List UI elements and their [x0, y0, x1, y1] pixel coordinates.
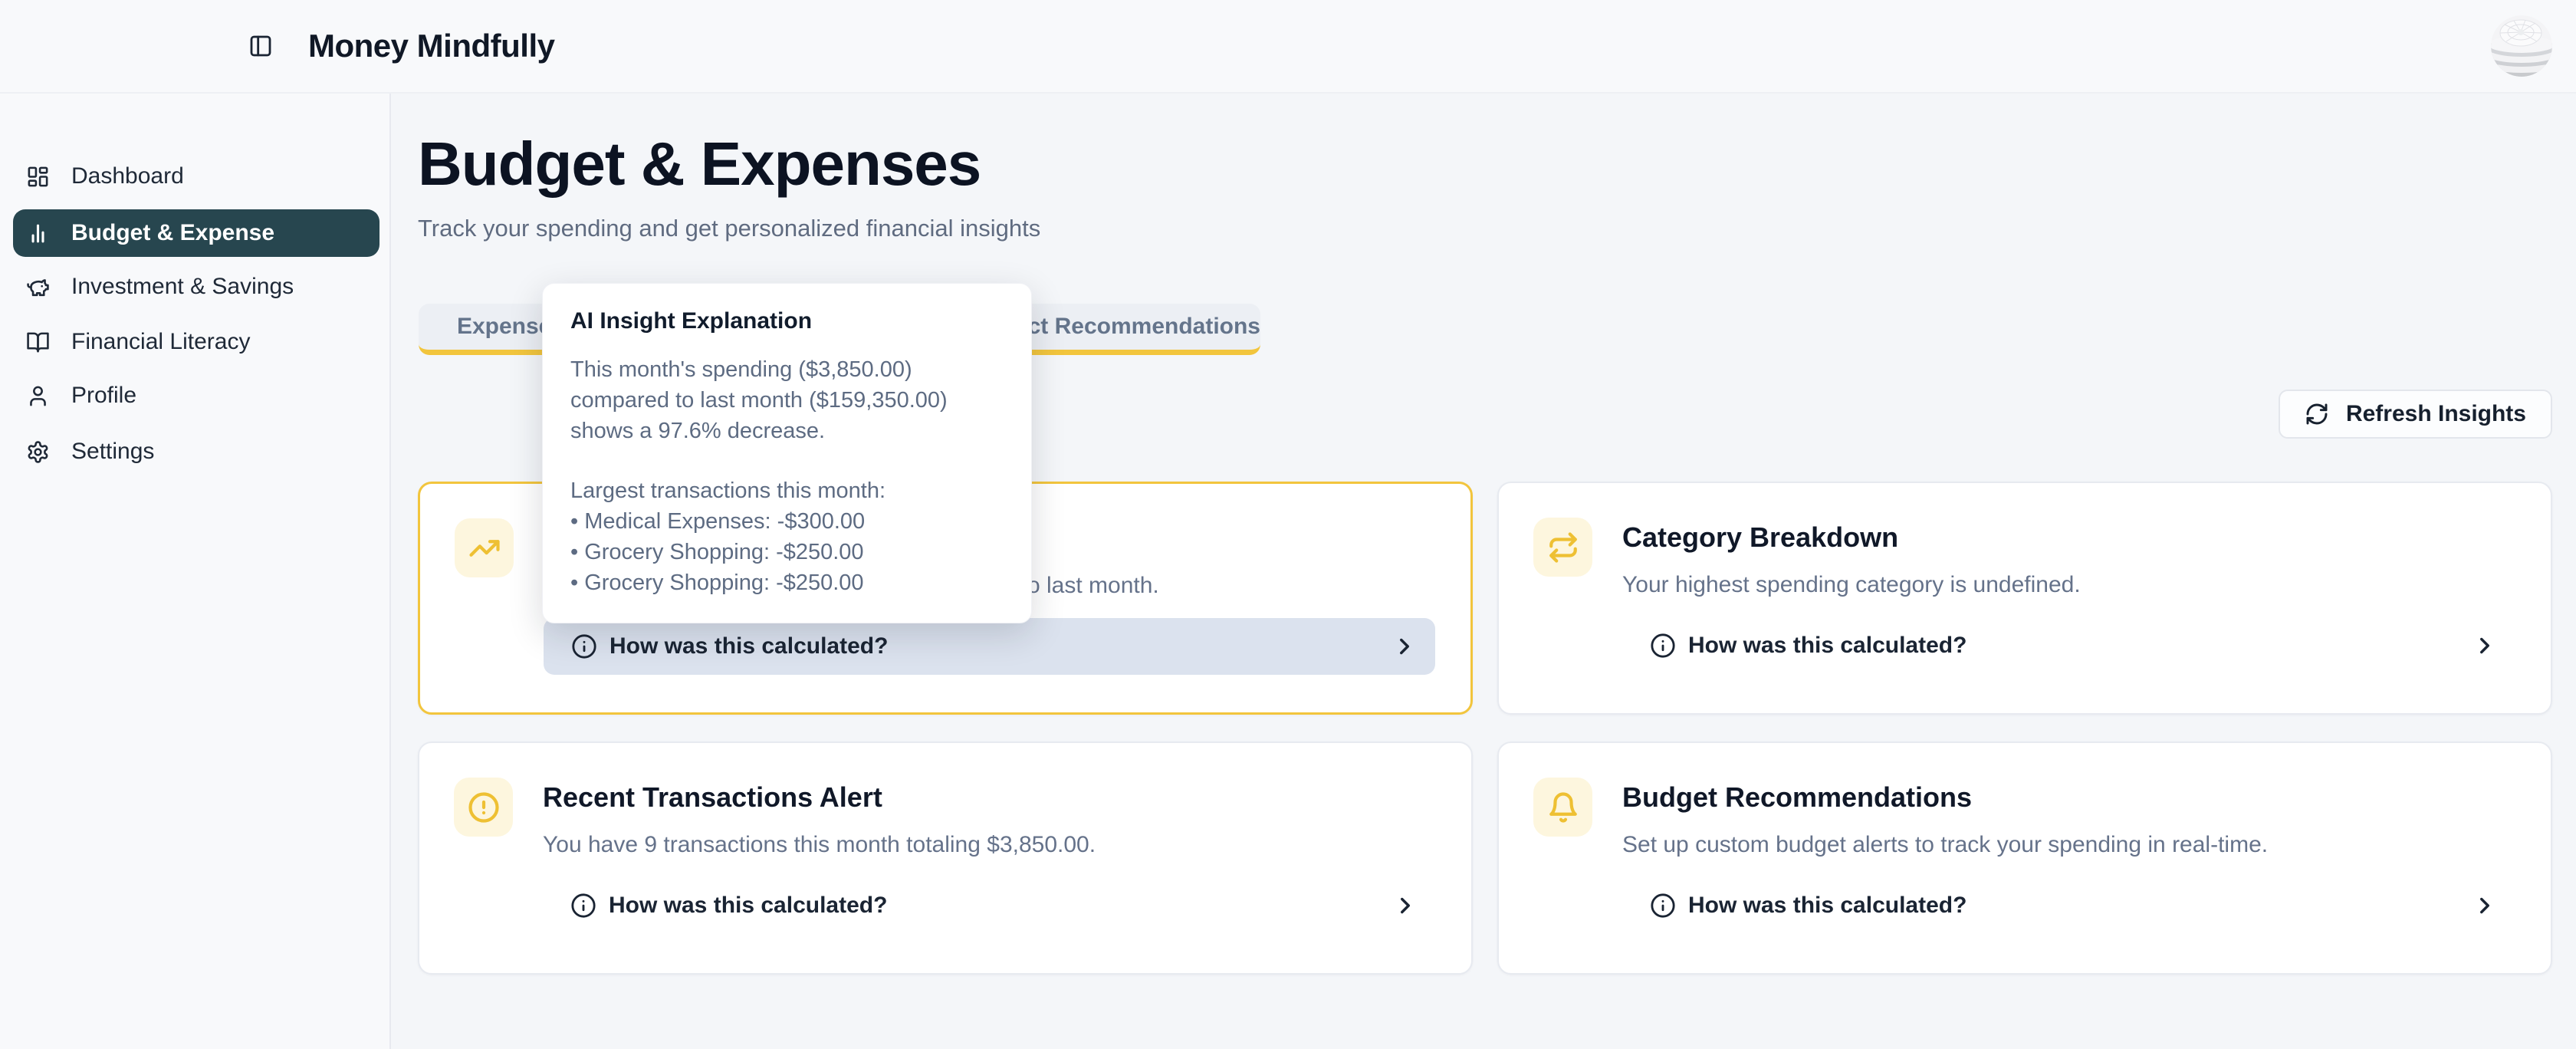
card-description: Your highest spending category is undefi…: [1622, 572, 2081, 598]
sidebar-item-label: Dashboard: [71, 163, 184, 189]
tooltip-bullet: • Grocery Shopping: -$250.00: [570, 567, 1004, 598]
how-calculated-label: How was this calculated?: [1688, 633, 1967, 659]
tooltip-list-intro: Largest transactions this month:: [570, 475, 1004, 506]
page-title: Budget & Expenses: [418, 129, 981, 199]
sidebar-toggle-button[interactable]: [248, 34, 273, 58]
info-icon: [571, 633, 597, 659]
piggy-bank-icon: [26, 275, 50, 299]
chevron-right-icon: [1392, 893, 1418, 919]
info-icon: [570, 893, 596, 919]
alert-circle-icon: [454, 778, 513, 837]
app-header: Money Mindfully: [0, 0, 2576, 94]
info-icon: [1650, 893, 1676, 919]
sidebar-item-settings[interactable]: Settings: [13, 428, 380, 475]
card-description: You have 9 transactions this month total…: [543, 832, 1096, 858]
how-calculated-label: How was this calculated?: [609, 893, 887, 919]
sidebar-item-dashboard[interactable]: Dashboard: [13, 153, 380, 200]
avatar[interactable]: [2491, 15, 2552, 77]
dashboard-icon: [26, 165, 50, 189]
chevron-right-icon: [2472, 893, 2498, 919]
how-calculated-row[interactable]: How was this calculated?: [1622, 877, 2515, 934]
how-calculated-row[interactable]: How was this calculated?: [1622, 617, 2515, 674]
refresh-icon: [2305, 402, 2329, 426]
sidebar-item-label: Profile: [71, 383, 136, 409]
card-budget-recommendations: Budget Recommendations Set up custom bud…: [1497, 742, 2552, 975]
sidebar: Menu Dashboard Budget & Expense Investme…: [0, 94, 391, 1049]
app-title: Money Mindfully: [308, 28, 555, 64]
sidebar-item-financial-literacy[interactable]: Financial Literacy: [13, 318, 380, 366]
card-recent-transactions-alert: Recent Transactions Alert You have 9 tra…: [418, 742, 1473, 975]
chevron-right-icon: [1392, 633, 1418, 659]
tooltip-bullet: • Medical Expenses: -$300.00: [570, 506, 1004, 537]
sidebar-item-label: Financial Literacy: [71, 329, 250, 355]
avatar-image: [2491, 15, 2552, 77]
card-title: Category Breakdown: [1622, 521, 1898, 554]
how-calculated-row[interactable]: How was this calculated?: [543, 877, 1436, 934]
bar-chart-icon: [26, 222, 50, 245]
tooltip-body: This month's spending ($3,850.00) compar…: [570, 354, 1004, 446]
repeat-icon: [1533, 518, 1592, 577]
how-calculated-row[interactable]: How was this calculated?: [544, 618, 1435, 675]
sidebar-item-investment-savings[interactable]: Investment & Savings: [13, 263, 380, 311]
how-calculated-label: How was this calculated?: [610, 633, 888, 659]
gear-icon: [26, 440, 50, 464]
panel-left-icon: [248, 34, 273, 58]
card-title: Budget Recommendations: [1622, 781, 1972, 814]
chevron-right-icon: [2472, 633, 2498, 659]
user-icon: [26, 384, 50, 408]
info-icon: [1650, 633, 1676, 659]
trending-up-icon: [455, 518, 514, 577]
tooltip-bullet: • Grocery Shopping: -$250.00: [570, 537, 1004, 567]
page-subtitle: Track your spending and get personalized…: [418, 215, 1040, 242]
refresh-insights-label: Refresh Insights: [2346, 401, 2526, 427]
sidebar-item-budget-expense[interactable]: Budget & Expense: [13, 209, 380, 257]
refresh-insights-button[interactable]: Refresh Insights: [2279, 390, 2552, 439]
card-category-breakdown: Category Breakdown Your highest spending…: [1497, 482, 2552, 715]
tooltip-title: AI Insight Explanation: [570, 308, 1004, 334]
sidebar-item-label: Settings: [71, 439, 154, 465]
how-calculated-label: How was this calculated?: [1688, 893, 1967, 919]
card-description: Set up custom budget alerts to track you…: [1622, 832, 2268, 858]
sidebar-item-label: Investment & Savings: [71, 274, 294, 300]
card-title: Recent Transactions Alert: [543, 781, 882, 814]
ai-insight-tooltip: AI Insight Explanation This month's spen…: [542, 283, 1032, 623]
book-open-icon: [26, 330, 50, 354]
sidebar-item-label: Budget & Expense: [71, 220, 274, 246]
bell-icon: [1533, 778, 1592, 837]
sidebar-item-profile[interactable]: Profile: [13, 372, 380, 419]
